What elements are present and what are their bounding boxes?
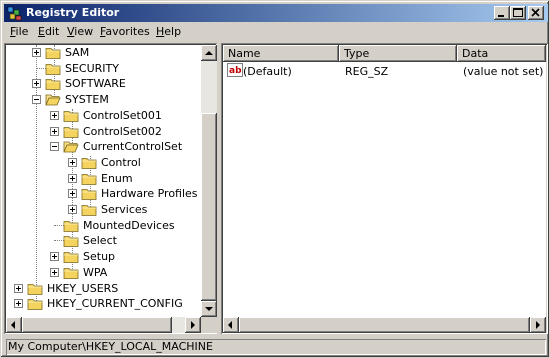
arrow-down-icon xyxy=(205,307,213,311)
menu-view[interactable]: View xyxy=(67,25,93,38)
expand-icon[interactable] xyxy=(50,111,59,120)
expand-icon[interactable] xyxy=(68,158,77,167)
collapse-icon[interactable] xyxy=(32,95,41,104)
expand-icon[interactable] xyxy=(32,79,41,88)
tree-node-label: Control xyxy=(101,156,141,169)
menu-help[interactable]: Help xyxy=(156,25,181,38)
registry-editor-window: Registry Editor File Edit View Favorites… xyxy=(0,0,550,358)
list-horizontal-scrollbar[interactable] xyxy=(223,317,546,333)
status-bar: My Computer\HKEY_LOCAL_MACHINE xyxy=(4,337,548,356)
title-bar[interactable]: Registry Editor xyxy=(4,4,548,22)
tree-node-label: ControlSet001 xyxy=(83,109,162,122)
arrow-left-icon xyxy=(228,321,232,329)
scroll-thumb[interactable] xyxy=(201,113,217,301)
expand-icon[interactable] xyxy=(50,268,59,277)
folder-icon xyxy=(45,64,61,75)
tree-node-label: Enum xyxy=(101,172,133,185)
folder-icon xyxy=(27,299,43,310)
expand-icon[interactable] xyxy=(68,205,77,214)
tree-node-label: Select xyxy=(83,234,117,247)
menu-favorites[interactable]: Favorites xyxy=(100,25,150,38)
value-type: REG_SZ xyxy=(345,65,389,78)
expand-icon[interactable] xyxy=(32,48,41,57)
tree-node-label: WPA xyxy=(83,266,108,279)
scrollbar-corner xyxy=(201,317,217,333)
folder-icon xyxy=(81,189,97,200)
tree-node-label: SECURITY xyxy=(65,62,119,75)
expand-icon[interactable] xyxy=(14,284,23,293)
scroll-down-button[interactable] xyxy=(201,301,217,317)
arrow-up-icon xyxy=(205,51,213,55)
folder-icon xyxy=(63,236,79,247)
registry-editor-icon xyxy=(7,6,22,21)
expand-icon[interactable] xyxy=(50,127,59,136)
minimize-icon xyxy=(498,15,504,17)
scroll-left-button[interactable] xyxy=(6,317,22,333)
arrow-left-icon xyxy=(11,321,15,329)
key-tree-pane[interactable]: SAM SECURITY SOFTWARE SYSTEM ControlSet001 Co… xyxy=(4,43,217,334)
column-header-data[interactable]: Data xyxy=(457,45,546,62)
folder-icon xyxy=(63,268,79,279)
tree-vertical-scrollbar[interactable] xyxy=(201,45,217,317)
expand-icon[interactable] xyxy=(50,252,59,261)
expand-icon[interactable] xyxy=(68,174,77,183)
folder-icon xyxy=(45,79,61,90)
tree-node-label: Setup xyxy=(83,250,116,263)
folder-icon xyxy=(81,158,97,169)
scroll-left-button[interactable] xyxy=(223,317,239,333)
values-list-pane[interactable]: Name Type Data ab (Default) REG_SZ (valu… xyxy=(221,43,548,334)
status-path: My Computer\HKEY_LOCAL_MACHINE xyxy=(6,339,546,355)
scroll-right-button[interactable] xyxy=(185,317,201,333)
folder-icon xyxy=(81,205,97,216)
tree-node-label: SAM xyxy=(65,46,90,59)
tree-node-label: Services xyxy=(101,203,148,216)
scroll-thumb-horizontal[interactable] xyxy=(22,317,172,333)
tree-node-label: HKEY_CURRENT_CONFIG xyxy=(47,297,183,310)
tree-node-label: ControlSet002 xyxy=(83,125,162,138)
scroll-thumb-horizontal[interactable] xyxy=(239,317,530,333)
value-data: (value not set) xyxy=(463,65,544,78)
tree-node-label: HKEY_USERS xyxy=(47,282,119,295)
close-button[interactable] xyxy=(528,6,544,20)
tree-node-label: SYSTEM xyxy=(65,93,109,106)
string-value-icon: ab xyxy=(227,63,243,77)
folder-icon xyxy=(45,94,61,106)
svg-text:ab: ab xyxy=(229,66,242,76)
scroll-up-button[interactable] xyxy=(201,45,217,61)
column-header-name[interactable]: Name xyxy=(223,45,339,62)
maximize-icon xyxy=(513,8,523,17)
arrow-right-icon xyxy=(536,321,540,329)
menu-bar: File Edit View Favorites Help xyxy=(4,23,548,42)
value-name: (Default) xyxy=(243,65,292,78)
folder-icon xyxy=(63,252,79,263)
menu-edit[interactable]: Edit xyxy=(38,25,59,38)
menu-file[interactable]: File xyxy=(10,25,28,38)
scroll-right-button[interactable] xyxy=(530,317,546,333)
key-tree: SAM SECURITY SOFTWARE SYSTEM ControlSet001 Co… xyxy=(6,45,201,317)
tree-node-label: Hardware Profiles xyxy=(101,187,198,200)
expand-icon[interactable] xyxy=(68,189,77,198)
tree-node-label: CurrentControlSet xyxy=(83,140,183,153)
arrow-right-icon xyxy=(191,321,195,329)
window-title: Registry Editor xyxy=(26,6,120,19)
tree-node-label: MountedDevices xyxy=(83,219,175,232)
folder-icon xyxy=(81,174,97,185)
maximize-button[interactable] xyxy=(510,6,526,20)
folder-icon xyxy=(63,111,79,122)
column-header-type[interactable]: Type xyxy=(339,45,457,62)
tree-horizontal-scrollbar[interactable] xyxy=(6,317,201,333)
close-icon xyxy=(531,8,540,17)
folder-icon xyxy=(63,221,79,232)
tree-node-label: SOFTWARE xyxy=(65,77,126,90)
expand-icon[interactable] xyxy=(14,299,23,308)
folder-icon xyxy=(27,284,43,295)
folder-icon xyxy=(63,141,79,153)
folder-icon xyxy=(63,127,79,138)
collapse-icon[interactable] xyxy=(50,142,59,151)
minimize-button[interactable] xyxy=(494,6,510,20)
folder-icon xyxy=(45,48,61,59)
